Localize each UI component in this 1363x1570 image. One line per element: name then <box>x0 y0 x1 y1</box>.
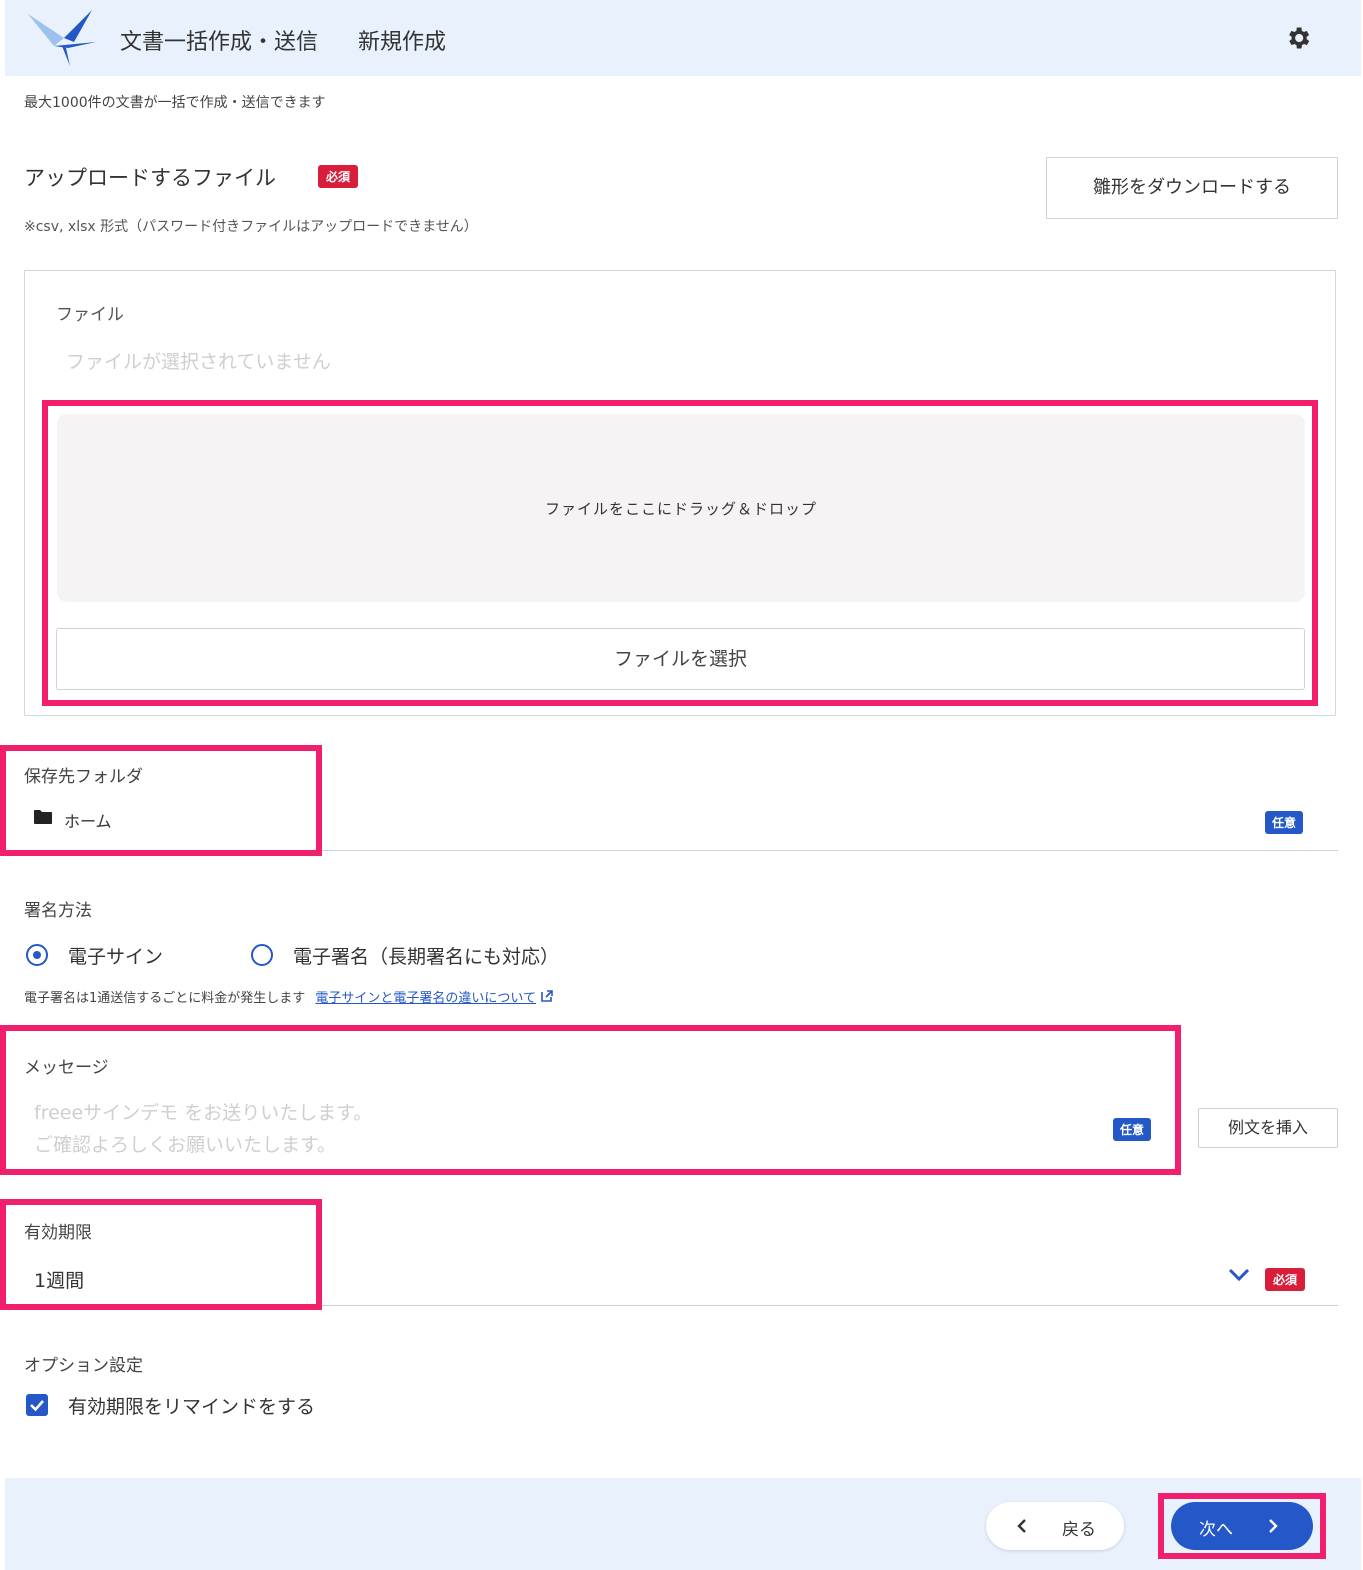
signature-note: 電子署名は1通送信するごとに料金が発生します <box>24 991 306 1006</box>
page-subtitle: 新規作成 <box>358 30 447 55</box>
radio-selected-dot <box>33 951 41 959</box>
insert-example-button[interactable]: 例文を挿入 <box>1198 1108 1338 1148</box>
option-electronic-sign[interactable]: 電子サイン <box>68 942 163 969</box>
highlight-message <box>0 1025 1181 1175</box>
required-badge: 必須 <box>1265 1268 1306 1291</box>
highlight-next <box>1158 1493 1326 1559</box>
upload-title: アップロードするファイル <box>24 166 276 190</box>
option-digital-signature[interactable]: 電子署名（長期署名にも対応） <box>293 942 559 969</box>
back-button[interactable]: 戻る <box>986 1502 1124 1550</box>
signature-note-row: 電子署名は1通送信するごとに料金が発生します 電子サインと電子署名の違いについて <box>24 987 554 1006</box>
gear-icon[interactable] <box>1284 24 1312 52</box>
highlight-upload <box>42 400 1318 706</box>
optional-badge: 任意 <box>1265 811 1304 834</box>
checkmark-icon <box>30 1400 44 1412</box>
remind-label[interactable]: 有効期限をリマインドをする <box>68 1392 315 1419</box>
options-label: オプション設定 <box>24 1356 143 1376</box>
file-status: ファイルが選択されていません <box>66 351 331 373</box>
back-label: 戻る <box>1062 1520 1096 1540</box>
radio-electronic-sign[interactable] <box>26 944 48 966</box>
required-badge: 必須 <box>318 165 359 188</box>
signature-help-link[interactable]: 電子サインと電子署名の違いについて <box>315 991 536 1006</box>
chevron-left-icon <box>1017 1519 1026 1533</box>
radio-digital-signature[interactable] <box>251 944 273 966</box>
file-label: ファイル <box>56 305 124 325</box>
freee-sign-logo-icon <box>28 10 96 66</box>
intro-text: 最大1000件の文書が一括で作成・送信できます <box>24 95 326 111</box>
upload-note: ※csv, xlsx 形式（パスワード付きファイルはアップロードできません） <box>24 219 478 235</box>
signature-label: 署名方法 <box>24 901 92 921</box>
download-template-button[interactable]: 雛形をダウンロードする <box>1046 157 1338 219</box>
external-link-icon[interactable] <box>540 989 554 1003</box>
page-title: 文書一括作成・送信 <box>120 30 319 55</box>
remind-checkbox[interactable] <box>26 1394 48 1416</box>
chevron-down-icon[interactable] <box>1228 1268 1250 1282</box>
highlight-folder <box>0 745 322 856</box>
highlight-expiry <box>0 1199 322 1310</box>
